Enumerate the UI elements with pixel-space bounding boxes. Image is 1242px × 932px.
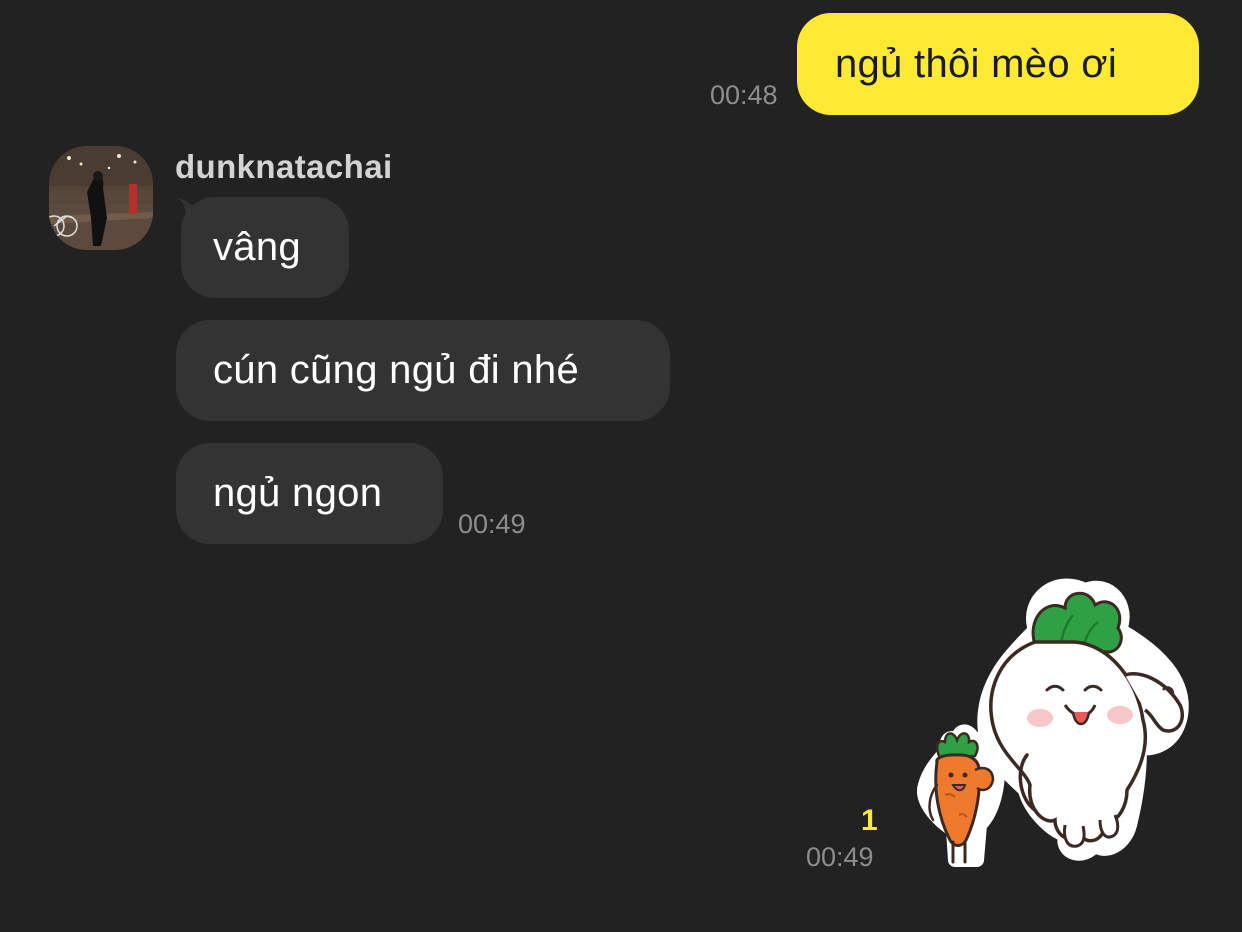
message-text: ngủ thôi mèo ơi	[835, 41, 1117, 86]
incoming-message-bubble[interactable]: ngủ ngon	[176, 443, 443, 544]
unread-count: 1	[861, 804, 878, 837]
sticker-image	[917, 578, 1189, 867]
contact-avatar[interactable]	[49, 146, 153, 250]
message-timestamp: 00:49	[458, 509, 526, 539]
message-text: cún cũng ngủ đi nhé	[213, 348, 579, 392]
sticker-timestamp: 00:49	[806, 842, 874, 872]
radish-carrot-sticker[interactable]	[915, 570, 1195, 870]
avatar-photo	[49, 146, 153, 250]
message-text: vâng	[213, 225, 301, 269]
incoming-message-bubble[interactable]: cún cũng ngủ đi nhé	[176, 320, 670, 421]
message-timestamp: 00:48	[710, 80, 778, 110]
incoming-message-bubble[interactable]: vâng	[181, 197, 349, 298]
message-text: ngủ ngon	[213, 471, 383, 515]
outgoing-message-bubble[interactable]: ngủ thôi mèo ơi	[797, 13, 1199, 115]
sender-name: dunknatachai	[175, 148, 393, 185]
